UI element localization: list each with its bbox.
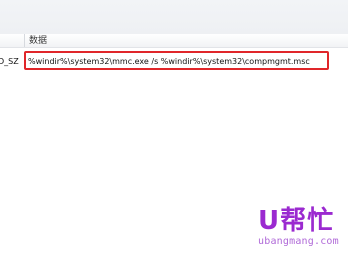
- window-top-area: [0, 0, 348, 34]
- logo-text: U帮忙: [258, 206, 335, 236]
- cell-type: D_SZ: [0, 57, 19, 66]
- watermark-logo: U帮忙 ubangmang.com: [258, 206, 346, 252]
- column-divider[interactable]: [24, 34, 25, 47]
- column-header-data[interactable]: 数据: [29, 35, 47, 47]
- highlight-annotation: [24, 51, 329, 70]
- list-header: [0, 34, 348, 48]
- logo-site: ubangmang.com: [258, 236, 339, 247]
